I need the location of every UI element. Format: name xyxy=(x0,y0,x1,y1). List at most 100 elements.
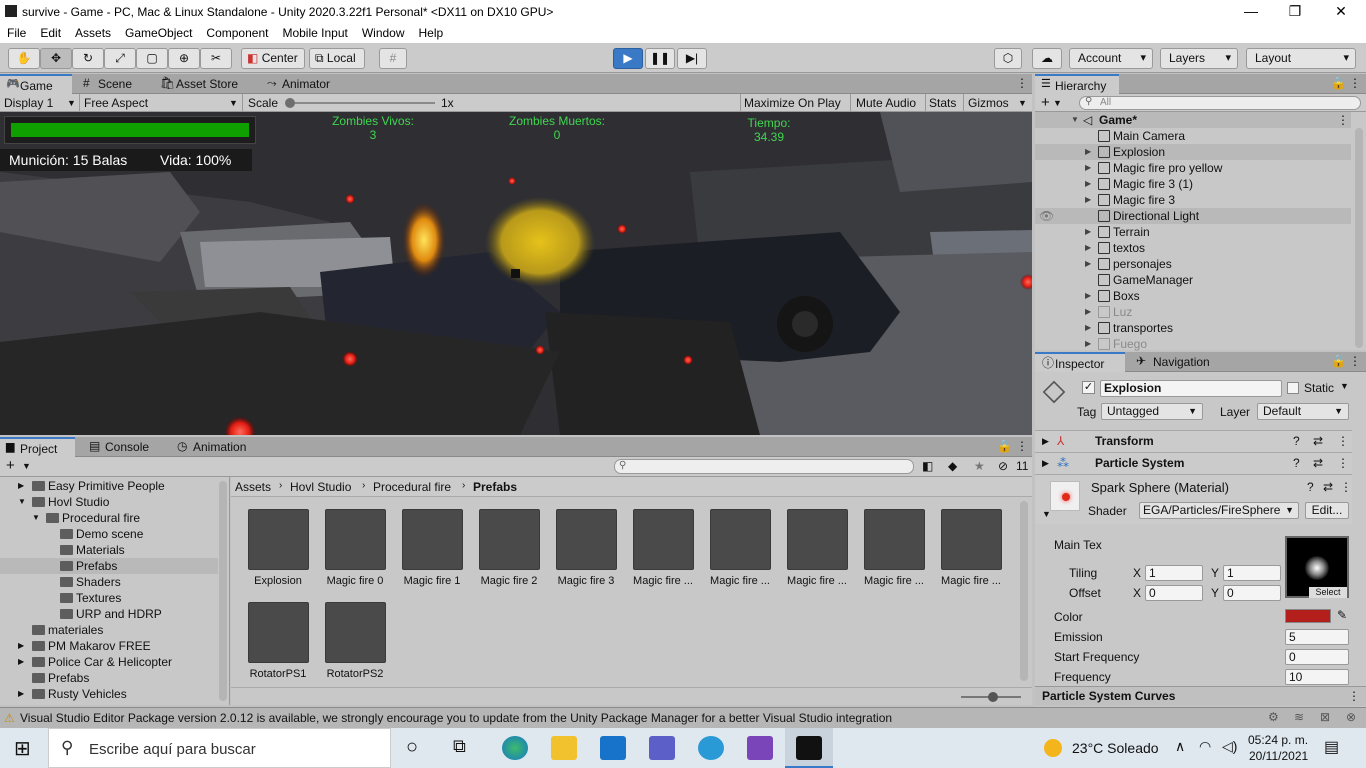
visual-studio-icon[interactable] xyxy=(747,736,773,760)
hand-tool-icon[interactable]: ✋ xyxy=(8,48,40,69)
folder-tree-item[interactable]: ▼ Procedural fire xyxy=(0,510,218,526)
custom-tool-icon[interactable]: ✂ xyxy=(200,48,232,69)
edit-shader-button[interactable]: Edit... xyxy=(1305,502,1349,519)
hierarchy-item[interactable]: 👁 Directional Light xyxy=(1035,208,1351,224)
account-dropdown[interactable]: Account xyxy=(1069,48,1153,69)
help-icon[interactable]: ? xyxy=(1307,480,1314,494)
breadcrumb-prefabs[interactable]: Prefabs xyxy=(473,480,517,494)
folder-tree-item[interactable]: materiales xyxy=(0,622,218,638)
hierarchy-item[interactable]: ▶ Magic fire 3 xyxy=(1035,192,1351,208)
folder-tree-item[interactable]: Shaders xyxy=(0,574,218,590)
scale-slider-track[interactable] xyxy=(287,102,435,104)
color-swatch[interactable] xyxy=(1285,609,1331,623)
icon-size-slider-handle[interactable] xyxy=(988,692,998,702)
search-by-label-icon[interactable]: ◆ xyxy=(948,459,957,473)
eyedropper-icon[interactable]: ✎ xyxy=(1337,608,1347,622)
expand-arrow-icon[interactable]: ▼ xyxy=(32,510,40,526)
prefab-asset[interactable]: Magic fire 1 xyxy=(397,509,467,587)
static-chevron-icon[interactable]: ▼ xyxy=(1340,381,1349,391)
teams-icon[interactable] xyxy=(649,736,675,760)
step-button[interactable]: ▶| xyxy=(677,48,707,69)
transform-component-header[interactable]: ▶ ⅄ Transform ? ⇄ ⋮ xyxy=(1035,430,1352,452)
prefab-asset[interactable]: Magic fire 0 xyxy=(320,509,390,587)
mute-audio-toggle[interactable]: Mute Audio xyxy=(856,94,916,112)
folder-tree-item[interactable]: Textures xyxy=(0,590,218,606)
favorite-star-icon[interactable]: ★ xyxy=(974,459,985,473)
play-button[interactable]: ▶ xyxy=(613,48,643,69)
lock-icon[interactable]: 🔒 xyxy=(1331,76,1346,90)
emission-field[interactable]: 5 xyxy=(1285,629,1349,645)
prefab-asset[interactable]: Magic fire ... xyxy=(628,509,698,587)
prefab-asset[interactable]: Magic fire ... xyxy=(936,509,1006,587)
expand-arrow-icon[interactable]: ▶ xyxy=(1085,192,1091,208)
aspect-dropdown[interactable]: Free Aspect xyxy=(84,94,148,112)
offset-x-field[interactable]: 0 xyxy=(1145,585,1203,601)
prefab-asset[interactable]: Magic fire ... xyxy=(782,509,852,587)
hierarchy-item[interactable]: ▶ Magic fire 3 (1) xyxy=(1035,176,1351,192)
menu-window[interactable]: Window xyxy=(355,26,412,40)
scale-tool-icon[interactable]: ⤢ xyxy=(104,48,136,69)
curves-menu-icon[interactable]: ⋮ xyxy=(1348,687,1360,705)
panel-menu-icon[interactable]: ⋮ xyxy=(1016,76,1028,90)
help-icon[interactable]: ? xyxy=(1293,453,1300,474)
layer-dropdown[interactable]: Default ▼ xyxy=(1257,403,1349,420)
rect-tool-icon[interactable]: ▢ xyxy=(136,48,168,69)
main-tex-slot[interactable]: Select xyxy=(1285,536,1349,598)
minimize-button[interactable]: — xyxy=(1228,0,1274,23)
menu-file[interactable]: File xyxy=(0,26,33,40)
shader-dropdown[interactable]: EGA/Particles/FireSphere ▼ xyxy=(1139,502,1299,519)
layout-dropdown[interactable]: Layout xyxy=(1246,48,1356,69)
cloud-icon[interactable]: ☁ xyxy=(1032,48,1062,69)
folder-tree-item[interactable]: Materials xyxy=(0,542,218,558)
active-checkbox[interactable]: ✓ xyxy=(1082,381,1095,394)
expand-arrow-icon[interactable]: ▶ xyxy=(1085,160,1091,176)
move-tool-icon[interactable]: ✥ xyxy=(40,48,72,69)
prefab-asset[interactable]: Magic fire 2 xyxy=(474,509,544,587)
hierarchy-scrollbar[interactable] xyxy=(1355,128,1363,348)
folder-tree-item[interactable]: ▶ Rusty Vehicles xyxy=(0,686,218,702)
folder-tree-item[interactable]: Demo scene xyxy=(0,526,218,542)
component-menu-icon[interactable]: ⋮ xyxy=(1337,453,1349,474)
frequency-field[interactable]: 10 xyxy=(1285,669,1349,685)
menu-component[interactable]: Component xyxy=(199,26,275,40)
hierarchy-item[interactable]: ▶ textos xyxy=(1035,240,1351,256)
file-explorer-icon[interactable] xyxy=(551,736,577,760)
asset-scrollbar[interactable] xyxy=(1020,501,1028,681)
texture-select-button[interactable]: Select xyxy=(1309,587,1347,598)
display-dropdown[interactable]: Display 1 xyxy=(4,94,53,112)
expand-arrow-icon[interactable]: ▶ xyxy=(1085,176,1091,192)
folder-tree-item[interactable]: Prefabs xyxy=(0,558,218,574)
mail-icon[interactable] xyxy=(600,736,626,760)
wifi-icon[interactable]: ◠ xyxy=(1199,738,1211,755)
stats-toggle[interactable]: Stats xyxy=(929,94,956,112)
breadcrumb-assets[interactable]: Assets xyxy=(235,480,271,494)
folder-tree-item[interactable]: Prefabs xyxy=(0,670,218,686)
hierarchy-item[interactable]: ▶ Magic fire pro yellow xyxy=(1035,160,1351,176)
expand-arrow-icon[interactable]: ▶ xyxy=(1085,224,1091,240)
presets-icon[interactable]: ⇄ xyxy=(1313,453,1323,474)
hidden-packages-icon[interactable]: ⊘ xyxy=(998,459,1008,473)
expand-arrow-icon[interactable]: ▶ xyxy=(1042,453,1049,474)
lock-icon[interactable]: 🔒 xyxy=(997,439,1012,453)
prefab-asset[interactable]: RotatorPS1 xyxy=(243,602,313,680)
prefab-asset[interactable]: Magic fire ... xyxy=(859,509,929,587)
taskbar-search-box[interactable]: ⚲ Escribe aquí para buscar xyxy=(48,728,391,768)
rotate-tool-icon[interactable]: ↻ xyxy=(72,48,104,69)
task-view-icon[interactable]: ⧉ xyxy=(453,736,466,757)
panel-menu-icon[interactable]: ⋮ xyxy=(1349,76,1361,90)
folder-tree-item[interactable]: URP and HDRP xyxy=(0,606,218,622)
unity-taskbar-button[interactable] xyxy=(785,728,833,768)
windows-start-icon[interactable]: ⊞ xyxy=(14,736,31,761)
expand-arrow-icon[interactable]: ▶ xyxy=(1085,336,1091,352)
volume-icon[interactable]: ◁) xyxy=(1222,738,1237,755)
prefab-asset[interactable]: RotatorPS2 xyxy=(320,602,390,680)
presets-icon[interactable]: ⇄ xyxy=(1323,480,1333,494)
object-name-field[interactable]: Explosion xyxy=(1100,380,1282,397)
hierarchy-item[interactable]: ▶ personajes xyxy=(1035,256,1351,272)
expand-arrow-icon[interactable]: ▶ xyxy=(1042,431,1049,452)
expand-arrow-icon[interactable]: ▶ xyxy=(1085,304,1091,320)
edge-icon[interactable] xyxy=(502,736,528,760)
hierarchy-item[interactable]: ▶ Boxs xyxy=(1035,288,1351,304)
static-checkbox[interactable] xyxy=(1287,382,1299,394)
transform-tool-icon[interactable]: ⊕ xyxy=(168,48,200,69)
